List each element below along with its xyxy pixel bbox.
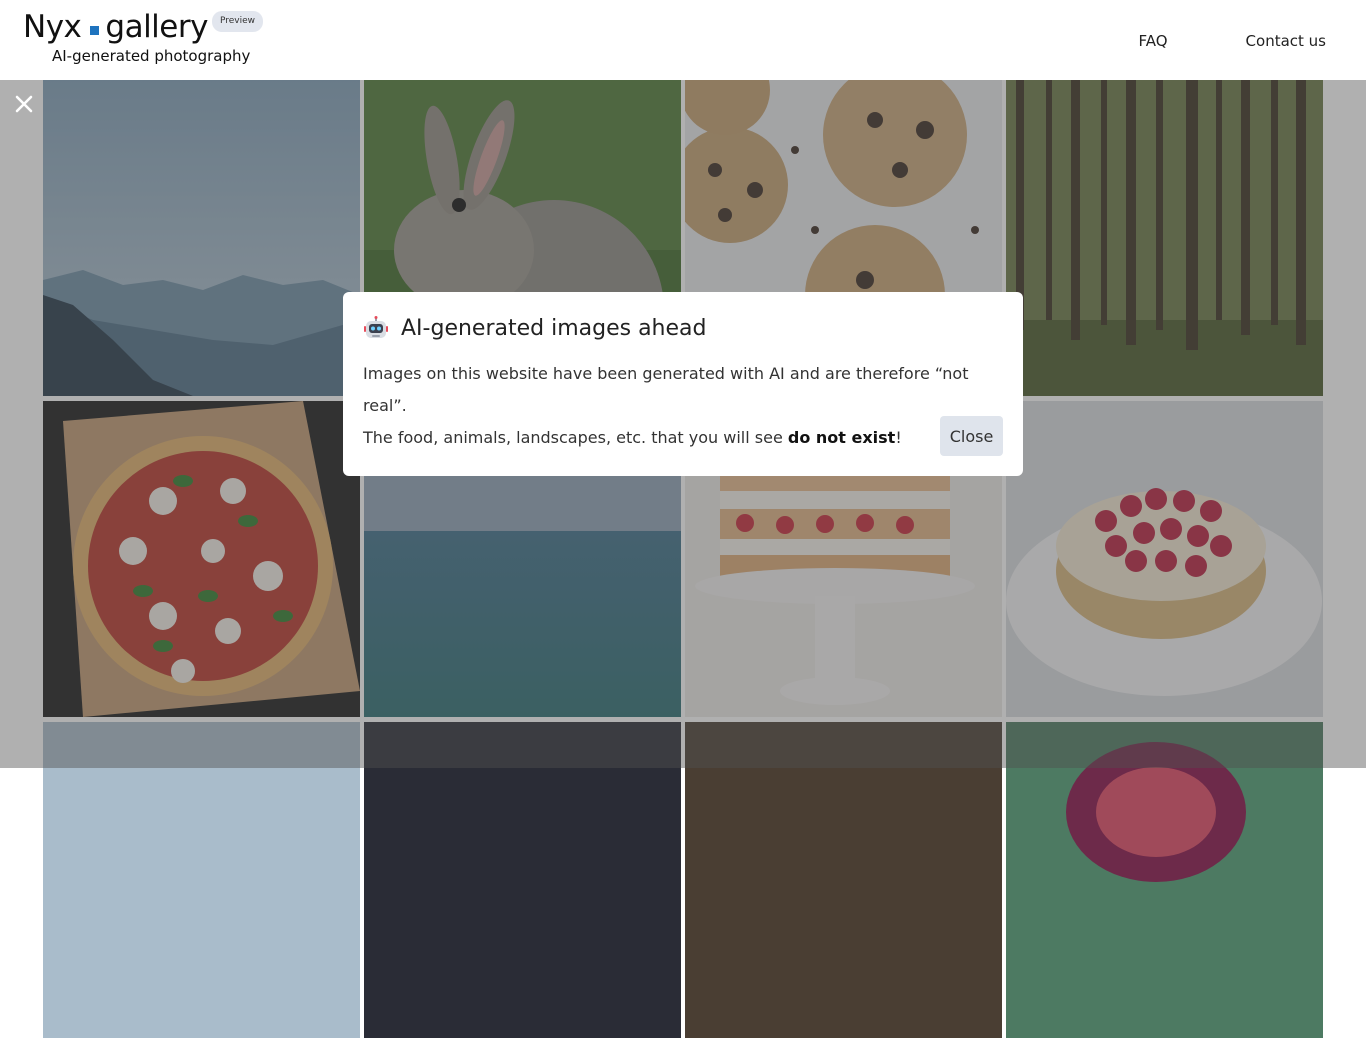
- site-tagline: AI-generated photography: [52, 47, 251, 65]
- main-nav: FAQ Contact us: [1138, 31, 1326, 51]
- nav-link-contact[interactable]: Contact us: [1246, 31, 1326, 51]
- site-logo[interactable]: Nyx gallery Preview AI-generated photogr…: [23, 8, 264, 66]
- gallery-image-night[interactable]: [364, 722, 681, 1038]
- site-header: Nyx gallery Preview AI-generated photogr…: [0, 0, 1366, 80]
- dialog-line-1: Images on this website have been generat…: [363, 364, 969, 415]
- dialog-line-2-suffix: !: [895, 428, 902, 447]
- dialog-title: AI-generated images ahead: [363, 314, 1003, 344]
- logo-text-nyx: Nyx: [23, 9, 82, 45]
- robot-icon: [363, 316, 389, 342]
- dialog-line-2-prefix: The food, animals, landscapes, etc. that…: [363, 428, 788, 447]
- dialog-title-text: AI-generated images ahead: [401, 316, 707, 341]
- logo-text-gallery: gallery: [105, 9, 208, 45]
- gallery-image-sky[interactable]: [43, 722, 360, 1038]
- dialog-body: Images on this website have been generat…: [363, 358, 1003, 454]
- gallery-image-fig[interactable]: [1006, 722, 1323, 1038]
- preview-badge: Preview: [211, 11, 264, 32]
- close-button[interactable]: Close: [940, 416, 1003, 456]
- dialog-emphasis: do not exist: [787, 428, 896, 447]
- nav-link-faq[interactable]: FAQ: [1138, 31, 1167, 51]
- ai-warning-dialog: AI-generated images ahead Images on this…: [343, 292, 1023, 476]
- logo-square-icon: [90, 26, 100, 35]
- gallery-image-dark[interactable]: [685, 722, 1002, 1038]
- close-icon[interactable]: [13, 93, 35, 115]
- dialog-line-2: The food, animals, landscapes, etc. that…: [363, 422, 1003, 454]
